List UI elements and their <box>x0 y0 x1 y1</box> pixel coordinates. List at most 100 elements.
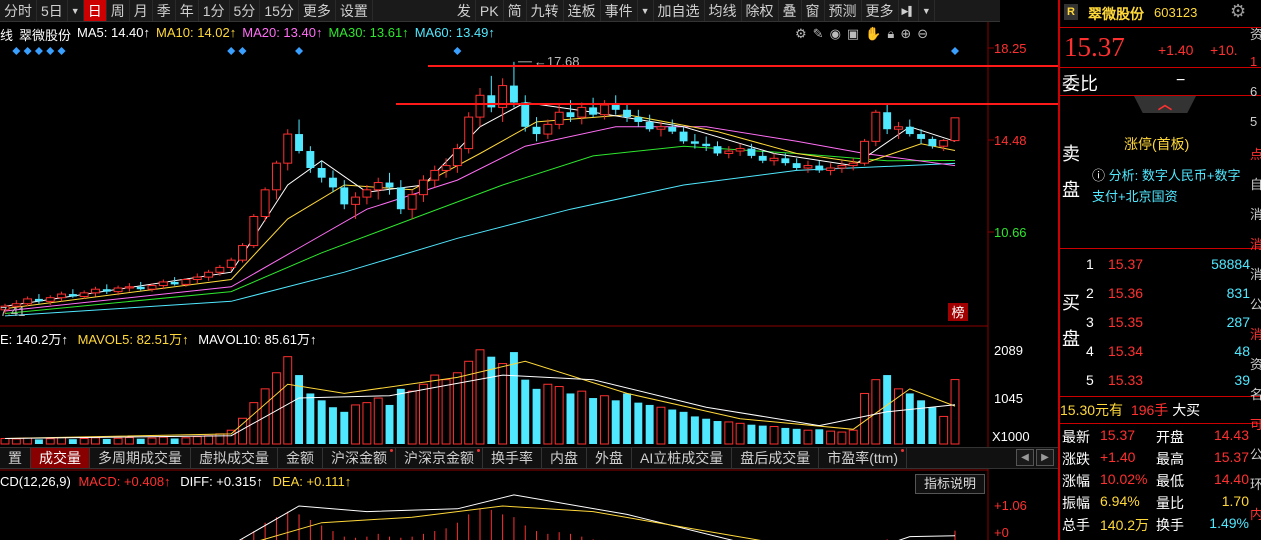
candle-body[interactable] <box>68 294 77 297</box>
volume-bar[interactable] <box>204 435 214 445</box>
candle-body[interactable] <box>769 157 779 162</box>
candle-body[interactable] <box>91 288 100 294</box>
candle-body[interactable] <box>373 182 383 191</box>
candle-body[interactable] <box>815 165 824 171</box>
candle-body[interactable] <box>430 169 440 181</box>
volume-bar[interactable] <box>589 398 598 444</box>
volume-bar[interactable] <box>713 421 722 444</box>
candle-body[interactable] <box>79 292 89 297</box>
candle-body[interactable] <box>917 134 926 139</box>
candle-body[interactable] <box>260 189 270 217</box>
volume-bar[interactable] <box>690 416 699 444</box>
volume-bar[interactable] <box>623 393 631 444</box>
candle-body[interactable] <box>826 167 836 171</box>
concept-analysis[interactable]: ⓘ 分析: 数字人民币+数字支付+北京国资 <box>1092 165 1242 207</box>
candle-body[interactable] <box>543 123 553 135</box>
volume-bar[interactable] <box>124 437 134 445</box>
volume-bar[interactable] <box>566 393 575 444</box>
candle-body[interactable] <box>464 116 474 150</box>
volume-bar[interactable] <box>306 393 315 444</box>
candle-body[interactable] <box>747 148 756 156</box>
period-8[interactable]: 5分 <box>230 0 261 21</box>
event-marker-icon[interactable] <box>295 47 304 55</box>
candle-body[interactable] <box>554 111 564 125</box>
tab-edge[interactable]: 置 <box>0 448 31 468</box>
volume-bar[interactable] <box>554 386 564 445</box>
period-5[interactable]: 季 <box>153 0 176 21</box>
candle-body[interactable] <box>611 104 620 110</box>
toolbar-dropdown-icon[interactable]: ▼ <box>919 0 935 21</box>
tool-8[interactable]: 除权 <box>742 0 779 21</box>
lock-icon[interactable]: 🔒︎ <box>887 26 894 42</box>
volume-bar[interactable] <box>79 437 89 445</box>
volume-bar[interactable] <box>441 379 451 445</box>
candle-body[interactable] <box>317 168 326 178</box>
bid-row[interactable]: 1 15.37 58884 <box>1060 256 1250 278</box>
volume-bar[interactable] <box>23 437 33 445</box>
volume-bar[interactable] <box>340 411 349 444</box>
candle-body[interactable] <box>407 194 417 210</box>
event-marker-icon[interactable] <box>23 47 32 55</box>
tool-3[interactable]: 九转 <box>527 0 564 21</box>
candle-body[interactable] <box>181 279 191 285</box>
candle-body[interactable] <box>679 131 688 142</box>
eye-icon[interactable]: ◉ <box>830 26 841 42</box>
volume-bar[interactable] <box>702 418 711 444</box>
candle-body[interactable] <box>690 141 699 144</box>
candle-body[interactable] <box>340 187 349 205</box>
candle-body[interactable] <box>928 138 937 147</box>
tab-3[interactable]: 金额 <box>278 448 323 468</box>
candle-body[interactable] <box>781 158 790 164</box>
candle-body[interactable] <box>702 143 711 147</box>
candle-body[interactable] <box>792 163 801 168</box>
candle-body[interactable] <box>249 215 259 247</box>
tab-2[interactable]: 虚拟成交量 <box>191 448 278 468</box>
volume-bar[interactable] <box>803 429 813 445</box>
pen-icon[interactable]: ✎ <box>813 26 824 42</box>
candle-body[interactable] <box>351 196 361 205</box>
volume-bar[interactable] <box>815 429 824 444</box>
volume-bar[interactable] <box>521 379 530 444</box>
candle-body[interactable] <box>295 134 304 152</box>
candle-body[interactable] <box>113 287 123 293</box>
candle-body[interactable] <box>487 95 496 108</box>
candle-body[interactable] <box>192 276 202 281</box>
volume-bar[interactable] <box>792 428 801 444</box>
candle-body[interactable] <box>396 187 405 210</box>
candle-body[interactable] <box>271 162 281 191</box>
volume-bar[interactable] <box>407 390 417 445</box>
candle-body[interactable] <box>452 148 462 167</box>
volume-bar[interactable] <box>158 436 168 445</box>
more-right-icon[interactable]: ▶▌ <box>899 0 919 21</box>
volume-bar[interactable] <box>781 427 790 444</box>
volume-bar[interactable] <box>679 411 688 444</box>
candle-body[interactable] <box>656 126 666 130</box>
candle-body[interactable] <box>758 155 767 161</box>
candle-body[interactable] <box>34 298 43 302</box>
volume-bar[interactable] <box>577 390 587 445</box>
event-marker-icon[interactable] <box>57 47 66 55</box>
period-3[interactable]: 周 <box>107 0 130 21</box>
bid-row[interactable]: 5 15.33 39 <box>1060 372 1250 394</box>
candle-body[interactable] <box>589 107 598 115</box>
volume-bar[interactable] <box>905 393 914 444</box>
candle-body[interactable] <box>577 106 587 118</box>
candle-body[interactable] <box>418 179 428 196</box>
volume-bar[interactable] <box>758 425 767 444</box>
candle-body[interactable] <box>860 140 869 164</box>
volume-bar[interactable] <box>928 407 937 444</box>
volume-bar[interactable] <box>226 429 236 445</box>
volume-bar[interactable] <box>668 409 677 444</box>
volume-bar[interactable] <box>871 379 881 445</box>
bid-row[interactable]: 3 15.35 287 <box>1060 314 1250 336</box>
tool-10[interactable]: 窗 <box>802 0 825 21</box>
candle-body[interactable] <box>475 94 485 118</box>
tab-10[interactable]: 盘后成交量 <box>732 448 820 468</box>
candle-body[interactable] <box>893 126 903 130</box>
candle-body[interactable] <box>848 162 858 167</box>
candle-body[interactable] <box>521 102 530 127</box>
indicator-help-button[interactable]: 指标说明 <box>915 474 985 494</box>
candle-body[interactable] <box>283 133 293 164</box>
tool-4[interactable]: 连板 <box>564 0 601 21</box>
candle-body[interactable] <box>509 85 518 103</box>
